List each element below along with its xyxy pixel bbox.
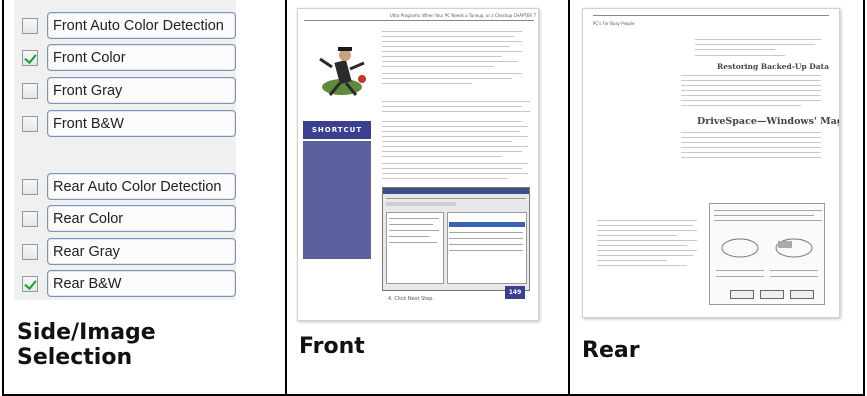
caption-side-image-selection: Side/Image Selection xyxy=(17,320,156,370)
option-rear-gray[interactable]: Rear Gray xyxy=(22,238,236,265)
page-number-badge: 149 xyxy=(505,286,525,299)
option-rear-color[interactable]: Rear Color xyxy=(22,205,236,232)
caption-rear: Rear xyxy=(582,338,640,363)
front-page-footer: 4. Click Next Step. xyxy=(388,296,435,302)
option-label: Rear Color xyxy=(47,205,236,232)
option-label: Rear B&W xyxy=(47,270,236,297)
header-rule xyxy=(593,15,829,16)
rear-heading-drivespace: DriveSpace—Windows' Magic Act xyxy=(697,116,839,127)
front-gray-checkbox[interactable] xyxy=(22,82,38,99)
shortcut-banner: SHORTCUT xyxy=(303,121,371,139)
rear-heading-restoring: Restoring Backed-Up Data xyxy=(717,62,829,71)
option-front-gray[interactable]: Front Gray xyxy=(22,77,236,104)
front-page-thumbnail: Ultra Programs: When Your PC Needs a Tun… xyxy=(297,8,539,321)
option-label: Front Auto Color Detection xyxy=(47,12,236,39)
option-label: Front B&W xyxy=(47,110,236,137)
option-rear-bw[interactable]: Rear B&W xyxy=(22,270,236,297)
runner-illustration xyxy=(312,39,374,101)
front-color-checkbox[interactable] xyxy=(22,49,38,66)
rear-page-thumbnail: PC's For Busy People Restoring Backed-Up… xyxy=(582,8,840,318)
rear-auto-color-checkbox[interactable] xyxy=(22,178,38,195)
rear-color-checkbox[interactable] xyxy=(22,210,38,227)
front-page-header: Ultra Programs: When Your PC Needs a Tun… xyxy=(389,13,536,18)
rear-gray-checkbox[interactable] xyxy=(22,243,38,260)
option-front-bw[interactable]: Front B&W xyxy=(22,110,236,137)
column-divider-1 xyxy=(285,0,287,396)
option-label: Rear Gray xyxy=(47,238,236,265)
shortcut-title: SHORTCUT xyxy=(311,126,363,134)
option-label: Rear Auto Color Detection xyxy=(47,173,236,200)
option-label: Front Gray xyxy=(47,77,236,104)
header-rule xyxy=(304,20,534,21)
option-rear-auto-color[interactable]: Rear Auto Color Detection xyxy=(22,173,236,200)
rear-page-header: PC's For Busy People xyxy=(593,21,635,26)
side-image-options-panel: Front Auto Color Detection Front Color F… xyxy=(14,0,236,300)
shortcut-sidebar-body xyxy=(303,141,371,259)
column-divider-2 xyxy=(568,0,570,396)
embedded-backup-screenshot xyxy=(382,187,530,291)
front-auto-color-checkbox[interactable] xyxy=(22,17,38,34)
option-front-auto-color[interactable]: Front Auto Color Detection xyxy=(22,12,236,39)
front-bw-checkbox[interactable] xyxy=(22,115,38,132)
embedded-drivespace-dialog xyxy=(709,203,825,305)
caption-front: Front xyxy=(299,334,365,359)
rear-bw-checkbox[interactable] xyxy=(22,275,38,292)
option-label: Front Color xyxy=(47,44,236,71)
option-front-color[interactable]: Front Color xyxy=(22,44,236,71)
